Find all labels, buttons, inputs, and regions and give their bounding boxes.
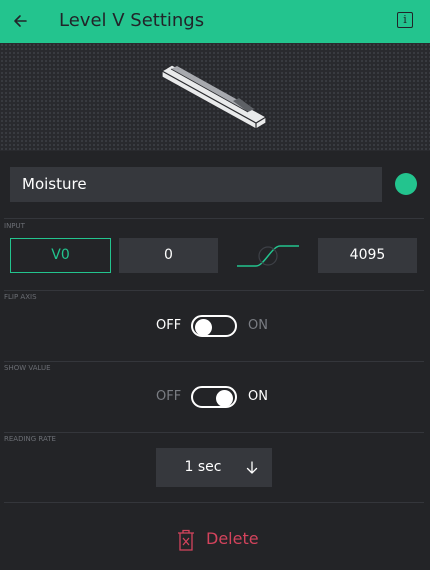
flip-axis-off-label: OFF [156, 318, 182, 333]
color-picker[interactable] [395, 173, 417, 195]
show-value-toggle[interactable] [191, 386, 237, 408]
pin-selector[interactable]: V0 [10, 238, 111, 273]
divider [4, 290, 424, 291]
reading-rate-section-label: READING RATE [4, 435, 56, 443]
arrow-down-icon [246, 461, 258, 474]
toggle-knob [195, 319, 212, 336]
page-title: Level V Settings [59, 10, 205, 31]
flip-axis-on-label: ON [248, 318, 268, 333]
show-value-section-label: SHOW VALUE [4, 364, 51, 372]
level-vertical-widget-icon [161, 64, 267, 130]
info-icon[interactable]: i [397, 12, 413, 28]
divider [4, 361, 424, 362]
mapping-curve-icon[interactable] [236, 243, 300, 269]
divider [4, 218, 424, 219]
min-value-field[interactable]: 0 [119, 238, 218, 273]
reading-rate-value: 1 sec [184, 459, 222, 475]
flip-axis-row: OFF ON [0, 313, 430, 339]
show-value-off-label: OFF [156, 389, 182, 404]
flip-axis-toggle[interactable] [191, 315, 237, 337]
flip-axis-section-label: FLIP AXIS [4, 293, 37, 301]
app-header: Level V Settings i [0, 0, 430, 43]
arrow-left-icon[interactable] [10, 10, 34, 32]
show-value-on-label: ON [248, 389, 268, 404]
max-value-field[interactable]: 4095 [318, 238, 417, 273]
show-value-row: OFF ON [0, 384, 430, 410]
divider [4, 432, 424, 433]
widget-name-input[interactable]: Moisture [10, 167, 382, 202]
toggle-knob [216, 390, 233, 407]
trash-icon[interactable] [177, 529, 195, 551]
divider [4, 502, 424, 503]
delete-button[interactable]: Delete [206, 528, 259, 550]
input-section-label: INPUT [4, 222, 25, 230]
